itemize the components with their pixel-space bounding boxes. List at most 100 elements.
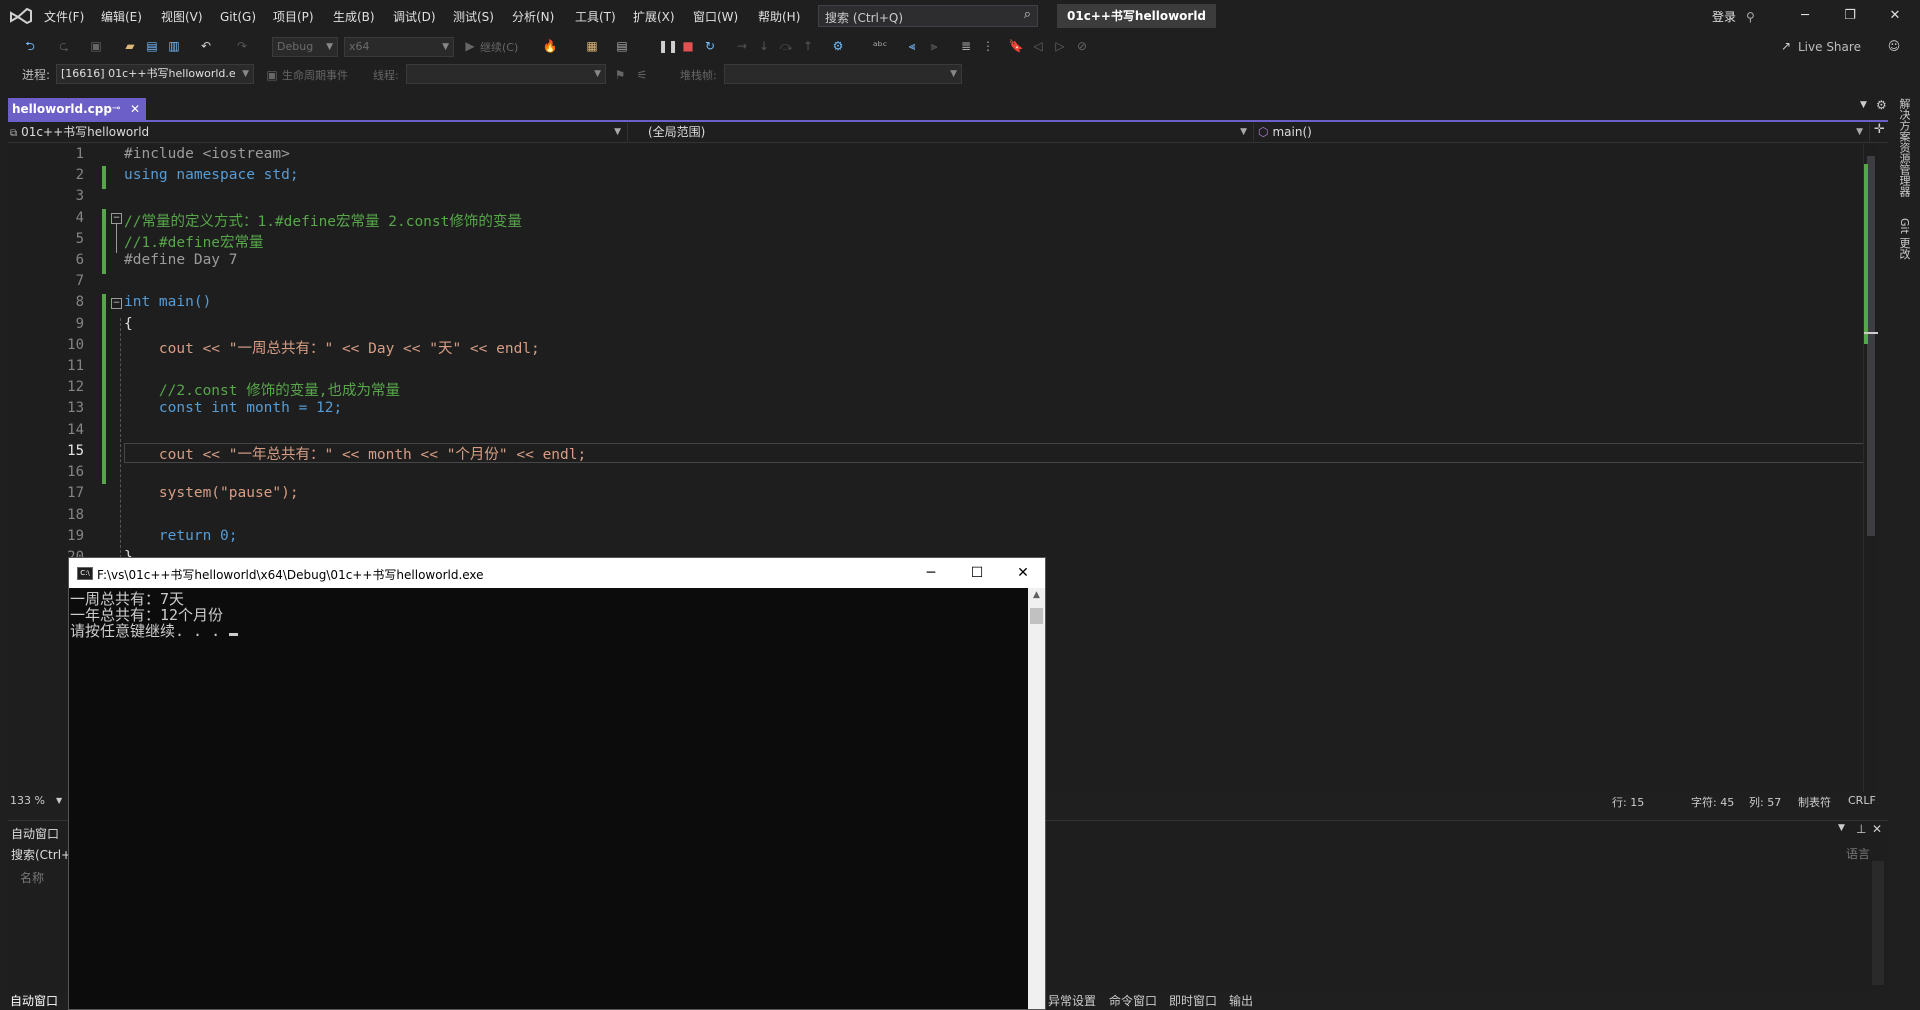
- visual-studio-logo-icon[interactable]: [10, 7, 32, 25]
- menu-view[interactable]: 视图(V): [161, 8, 203, 26]
- console-scrollbar[interactable]: ▲: [1028, 588, 1045, 1009]
- comment-icon[interactable]: ⋮: [980, 38, 996, 54]
- tab-autos[interactable]: 自动窗口: [10, 992, 58, 1009]
- zoom-select[interactable]: 133 %: [10, 794, 45, 807]
- thread-icon[interactable]: ⫷: [904, 38, 920, 54]
- step-into-icon[interactable]: ↓: [756, 38, 772, 54]
- editor-scrollbar[interactable]: [1863, 144, 1878, 792]
- menu-project[interactable]: 项目(P): [273, 8, 314, 26]
- config-select[interactable]: Debug ▼: [272, 37, 338, 57]
- process-select[interactable]: [16616] 01c++书写helloworld.e ▼: [56, 64, 254, 84]
- live-share-button[interactable]: Live Share: [1798, 40, 1861, 54]
- panel-search-input[interactable]: 搜索(Ctrl+: [11, 846, 71, 863]
- console-window[interactable]: C:\ F:\vs\01c++书写helloworld\x64\Debug\01…: [68, 557, 1046, 1010]
- git-changes-tab[interactable]: Git 更改: [1896, 218, 1912, 259]
- settings-gear-icon[interactable]: ⚙: [1876, 98, 1887, 112]
- tab-list-icon[interactable]: ▼: [1860, 100, 1867, 110]
- browse-icon[interactable]: ▦: [584, 38, 600, 54]
- search-input[interactable]: 搜索 (Ctrl+Q) ⌕: [818, 5, 1038, 27]
- forward-icon[interactable]: ⮎: [56, 38, 72, 54]
- console-close-icon[interactable]: ✕: [1003, 562, 1043, 584]
- eol-indicator[interactable]: CRLF: [1848, 794, 1876, 807]
- continue-button[interactable]: 继续(C): [480, 39, 518, 55]
- collapse-icon[interactable]: −: [111, 298, 122, 309]
- continue-icon[interactable]: ▶: [462, 38, 478, 54]
- live-share-icon[interactable]: ↗: [1778, 38, 1794, 54]
- console-maximize-icon[interactable]: ☐: [957, 562, 997, 584]
- menu-help[interactable]: 帮助(H): [758, 8, 800, 26]
- panel-scrollbar[interactable]: [1872, 861, 1884, 985]
- lifecycle-events-button[interactable]: 生命周期事件: [282, 67, 348, 83]
- step-over-icon[interactable]: ⤼: [778, 38, 794, 54]
- stack-frame-select[interactable]: ▼: [724, 64, 962, 84]
- project-nav-select[interactable]: ⧉ 01c++书写helloworld ▼: [8, 123, 628, 141]
- menu-debug[interactable]: 调试(D): [393, 8, 436, 26]
- next-bookmark-icon[interactable]: ▷: [1052, 38, 1068, 54]
- menu-analyze[interactable]: 分析(N): [512, 8, 554, 26]
- login-link[interactable]: 登录: [1712, 8, 1736, 26]
- step-out-icon[interactable]: ↑: [800, 38, 816, 54]
- undo-icon[interactable]: ↶: [198, 38, 214, 54]
- back-icon[interactable]: ⮌: [22, 38, 38, 54]
- platform-value: x64: [349, 40, 370, 53]
- prev-bookmark-icon[interactable]: ◁: [1030, 38, 1046, 54]
- menu-file[interactable]: 文件(F): [44, 8, 84, 26]
- menu-window[interactable]: 窗口(W): [693, 8, 738, 26]
- save-all-icon[interactable]: ▥: [166, 38, 182, 54]
- line-number: 11: [67, 358, 84, 374]
- menu-edit[interactable]: 编辑(E): [101, 8, 142, 26]
- platform-select[interactable]: x64 ▼: [344, 37, 454, 57]
- flag-icon[interactable]: ⫸: [926, 38, 942, 54]
- lifecycle-icon[interactable]: ▣: [264, 67, 280, 83]
- show-next-statement-icon[interactable]: →: [734, 38, 750, 54]
- scroll-up-icon[interactable]: ▲: [1028, 590, 1045, 600]
- open-folder-icon[interactable]: ▰: [122, 38, 138, 54]
- menu-tools[interactable]: 工具(T): [575, 8, 616, 26]
- show-threads-icon[interactable]: ⚟: [634, 67, 650, 83]
- tab-exception-settings[interactable]: 异常设置: [1048, 992, 1096, 1009]
- account-icon[interactable]: ☺: [1886, 38, 1902, 54]
- diagnostics-icon[interactable]: ⚙: [830, 38, 846, 54]
- restart-icon[interactable]: ↻: [702, 38, 718, 54]
- close-tab-icon[interactable]: ✕: [130, 98, 140, 120]
- stop-icon[interactable]: ■: [680, 38, 696, 54]
- tab-output[interactable]: 输出: [1229, 992, 1253, 1009]
- tab-helloworld-cpp[interactable]: helloworld.cpp ⊸ ✕: [8, 98, 146, 120]
- menu-build[interactable]: 生成(B): [333, 8, 375, 26]
- spell-check-icon[interactable]: ᵃᵇᶜ: [872, 38, 888, 54]
- hot-reload-icon[interactable]: 🔥: [542, 38, 558, 54]
- console-title: F:\vs\01c++书写helloworld\x64\Debug\01c++书…: [97, 568, 484, 582]
- menu-extensions[interactable]: 扩展(X): [633, 8, 675, 26]
- solution-explorer-tab[interactable]: 解决方案资源管理器: [1896, 98, 1912, 197]
- panel-menu-icon[interactable]: ▼: [1838, 823, 1845, 833]
- scrollbar-thumb[interactable]: [1867, 156, 1875, 536]
- bookmark-icon[interactable]: 🔖: [1008, 38, 1024, 54]
- indent-icon[interactable]: ≣: [958, 38, 974, 54]
- member-nav-select[interactable]: ⬡ main() ▼: [1256, 123, 1870, 141]
- minimize-icon[interactable]: ─: [1785, 5, 1825, 27]
- menu-test[interactable]: 测试(S): [453, 8, 494, 26]
- layout-icon[interactable]: ▤: [614, 38, 630, 54]
- pin-icon[interactable]: ⊸: [112, 98, 120, 120]
- console-title-bar[interactable]: C:\ F:\vs\01c++书写helloworld\x64\Debug\01…: [69, 558, 1045, 588]
- panel-close-icon[interactable]: ✕: [1872, 822, 1882, 836]
- tab-immediate-window[interactable]: 即时窗口: [1169, 992, 1217, 1009]
- console-scroll-thumb[interactable]: [1030, 608, 1043, 624]
- save-icon[interactable]: ▤: [144, 38, 160, 54]
- feedback-icon[interactable]: ⚲: [1746, 8, 1755, 26]
- menu-git[interactable]: Git(G): [220, 8, 256, 26]
- redo-icon[interactable]: ↷: [234, 38, 250, 54]
- thread-select[interactable]: ▼: [406, 64, 606, 84]
- pause-icon[interactable]: ❚❚: [658, 38, 678, 54]
- split-editor-icon[interactable]: ✛: [1874, 122, 1885, 137]
- restore-icon[interactable]: ❐: [1830, 5, 1870, 27]
- clear-bookmarks-icon[interactable]: ⊘: [1074, 38, 1090, 54]
- panel-pin-icon[interactable]: ⊥: [1856, 822, 1866, 836]
- tab-command-window[interactable]: 命令窗口: [1109, 992, 1157, 1009]
- new-item-icon[interactable]: ▣: [88, 38, 104, 54]
- scope-nav-select[interactable]: (全局范围) ▼: [648, 123, 1254, 141]
- console-minimize-icon[interactable]: ─: [911, 562, 951, 584]
- close-icon[interactable]: ✕: [1875, 5, 1915, 27]
- tabs-indicator[interactable]: 制表符: [1798, 794, 1831, 810]
- flag-thread-icon[interactable]: ⚑: [612, 67, 628, 83]
